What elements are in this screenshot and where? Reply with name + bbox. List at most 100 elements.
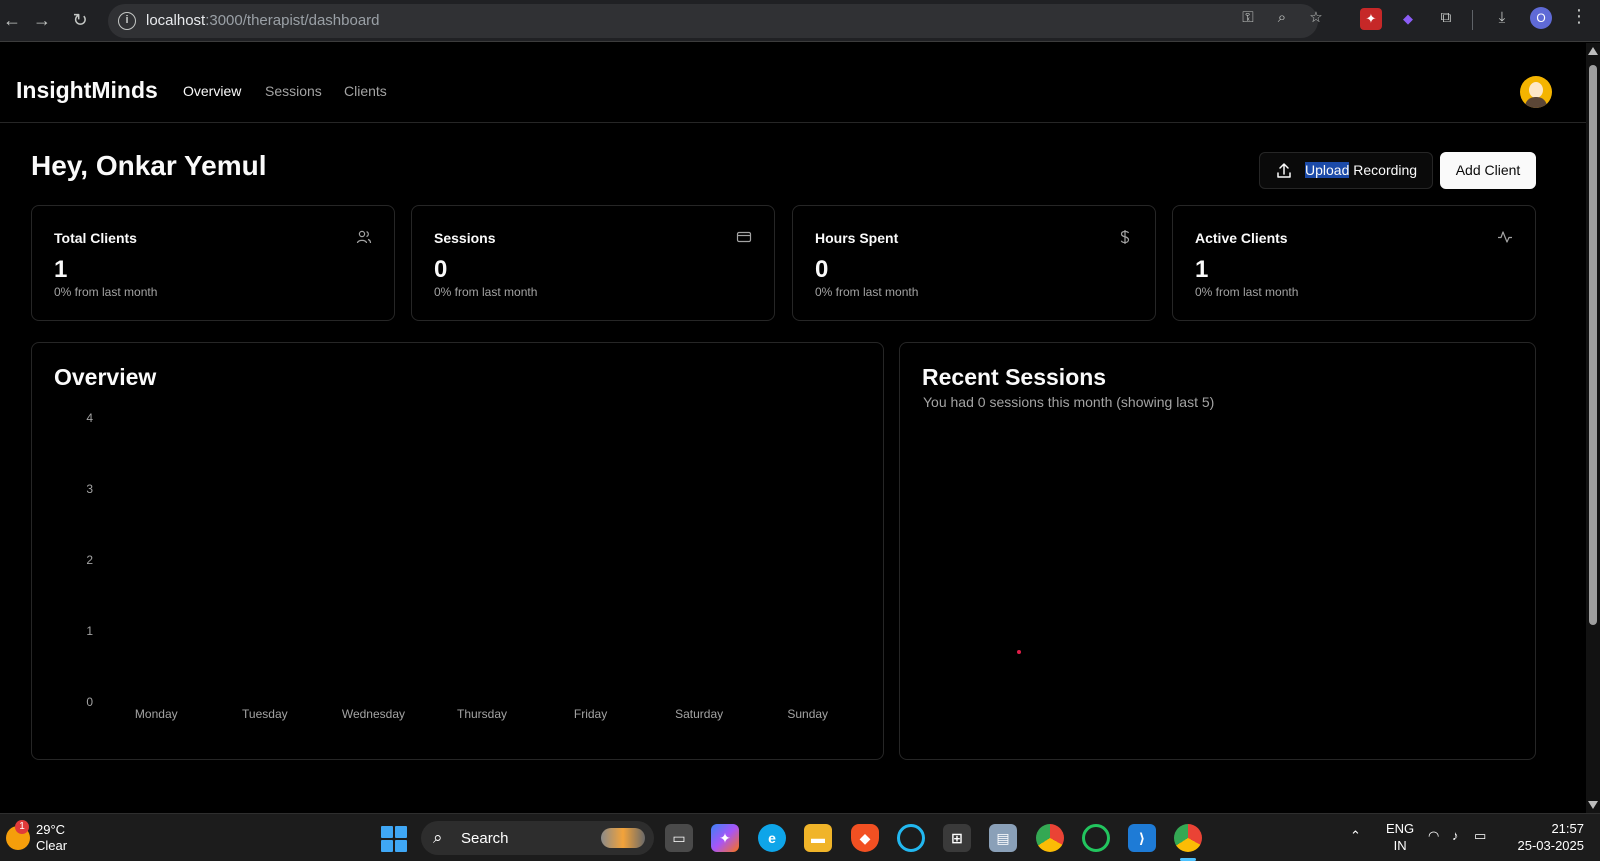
nav-link-sessions[interactable]: Sessions [265,83,322,99]
reload-icon[interactable]: ↻ [68,8,92,32]
stat-title: Active Clients [1195,230,1288,246]
x-tick-label: Sunday [787,707,828,721]
recent-sessions-description: You had 0 sessions this month (showing l… [923,394,1215,410]
users-icon [356,230,372,244]
forward-icon[interactable]: → [30,8,54,32]
scroll-up-arrow-icon[interactable] [1588,47,1598,55]
menu-kebab-icon[interactable]: ⋮ [1570,6,1588,27]
scroll-down-arrow-icon[interactable] [1588,801,1598,809]
tray-overflow-chevron-icon[interactable]: ⌃ [1350,828,1361,844]
stat-change: 0% from last month [1195,285,1299,299]
stat-card-sessions: Sessions 0 0% from last month [411,205,775,321]
bookmark-star-icon[interactable]: ☆ [1306,8,1326,28]
x-tick-label: Saturday [675,707,723,721]
scrollbar-thumb[interactable] [1589,65,1597,625]
x-tick-label: Thursday [457,707,507,721]
chrome-profile-icon[interactable] [1174,824,1202,852]
stat-value: 1 [1195,256,1209,283]
system-clock[interactable]: 21:57 25-03-2025 [1512,820,1585,854]
toolbar-separator [1472,10,1473,30]
stat-value: 0 [434,256,448,283]
stat-card-active-clients: Active Clients 1 0% from last month [1172,205,1536,321]
address-bar[interactable]: i localhost:3000/therapist/dashboard [108,4,1318,38]
vscode-icon[interactable]: ⟩ [1128,824,1156,852]
profile-icon[interactable]: O [1530,7,1552,29]
page-scrollbar[interactable] [1586,43,1600,813]
stat-change: 0% from last month [434,285,538,299]
weather-condition: Clear [36,838,68,853]
url-text[interactable]: localhost:3000/therapist/dashboard [146,12,380,29]
upload-recording-label: Upload Recording [1305,162,1418,178]
nav-link-overview[interactable]: Overview [183,83,241,99]
recent-sessions-title: Recent Sessions [922,364,1107,390]
top-navigation: InsightMinds Overview Sessions Clients [0,43,1586,123]
volume-icon[interactable]: ♪ [1452,828,1459,843]
y-tick-label: 3 [86,482,93,496]
stat-value: 1 [54,256,68,283]
user-avatar[interactable] [1520,76,1552,108]
stat-card-total-clients: Total Clients 1 0% from last month [31,205,395,321]
task-view-icon[interactable]: ▭ [665,824,693,852]
stat-title: Total Clients [54,230,137,246]
copilot-icon[interactable]: ✦ [711,824,739,852]
nav-link-clients[interactable]: Clients [344,83,387,99]
x-tick-label: Wednesday [342,707,405,721]
y-tick-label: 1 [86,624,93,638]
search-highlight-icon [601,828,645,848]
overview-panel: Overview 0 1 2 3 4 Monday Tuesday Wednesday Thur… [31,342,884,760]
stat-title: Hours Spent [815,230,899,246]
file-explorer-icon[interactable]: ▬ [804,824,832,852]
page-greeting: Hey, Onkar Yemul [31,150,267,181]
download-icon[interactable]: ⤓ [1492,8,1512,28]
stat-change: 0% from last month [54,285,158,299]
upload-recording-button[interactable]: Upload Recording [1259,152,1433,189]
brave-icon[interactable]: ◆ [851,824,879,852]
x-tick-label: Friday [574,707,607,721]
site-info-icon[interactable]: i [118,12,136,30]
search-icon: ⌕ [433,828,443,847]
stat-value: 0 [815,256,829,283]
credit-card-icon [736,231,752,243]
extensions-puzzle-icon[interactable]: ⧉ [1436,8,1456,28]
extension-purple-icon[interactable]: ◆ [1397,8,1419,30]
avatar-face [1529,82,1543,98]
y-tick-label: 4 [86,411,93,425]
windows-taskbar: 1 29°C Clear ⌕ Search ▭ ✦ e ▬ ◆ ⊞ ▤ ⟩ ⌃ … [0,813,1600,861]
taskbar-search[interactable]: ⌕ Search [421,821,654,855]
y-tick-label: 0 [86,695,93,709]
stat-change: 0% from last month [815,285,919,299]
upload-icon [1277,163,1291,178]
weather-badge: 1 [15,820,29,834]
dollar-icon [1120,230,1130,244]
edge-icon[interactable]: e [758,824,786,852]
x-tick-label: Tuesday [242,707,288,721]
battery-icon[interactable]: ▭ [1474,828,1486,844]
language-indicator[interactable]: ENG IN [1386,820,1414,854]
activity-icon [1498,231,1512,243]
y-tick-label: 2 [86,553,93,567]
avatar-body [1525,97,1547,108]
database-icon[interactable]: ▤ [989,824,1017,852]
wifi-icon[interactable]: ◠ [1428,828,1439,844]
dashboard-page: InsightMinds Overview Sessions Clients H… [0,43,1586,813]
add-client-button[interactable]: Add Client [1440,152,1536,189]
chrome-icon[interactable] [1036,824,1064,852]
stat-card-hours-spent: Hours Spent 0 0% from last month [792,205,1156,321]
cortana-icon[interactable] [897,824,925,852]
x-tick-label: Monday [135,707,178,721]
weather-temp: 29°C [36,822,66,837]
windows-start-icon[interactable] [381,826,407,852]
taskbar-search-label: Search [461,830,509,847]
password-key-icon[interactable]: ⚿ [1238,8,1258,28]
extension-red-icon[interactable]: ✦ [1360,8,1382,30]
recent-sessions-panel: Recent Sessions You had 0 sessions this … [899,342,1536,760]
browser-toolbar: ← → ↻ i localhost:3000/therapist/dashboa… [0,0,1600,42]
back-icon[interactable]: ← [0,8,24,32]
store-icon[interactable]: ⊞ [943,824,971,852]
stat-title: Sessions [434,230,496,246]
loader-app-icon[interactable] [1082,824,1110,852]
brand-logo[interactable]: InsightMinds [16,77,158,104]
zoom-icon[interactable]: ⌕ [1272,8,1292,28]
cursor-dot [1017,650,1021,654]
overview-bar-chart: 0 1 2 3 4 Monday Tuesday Wednesday Thursday Frida… [86,411,828,721]
